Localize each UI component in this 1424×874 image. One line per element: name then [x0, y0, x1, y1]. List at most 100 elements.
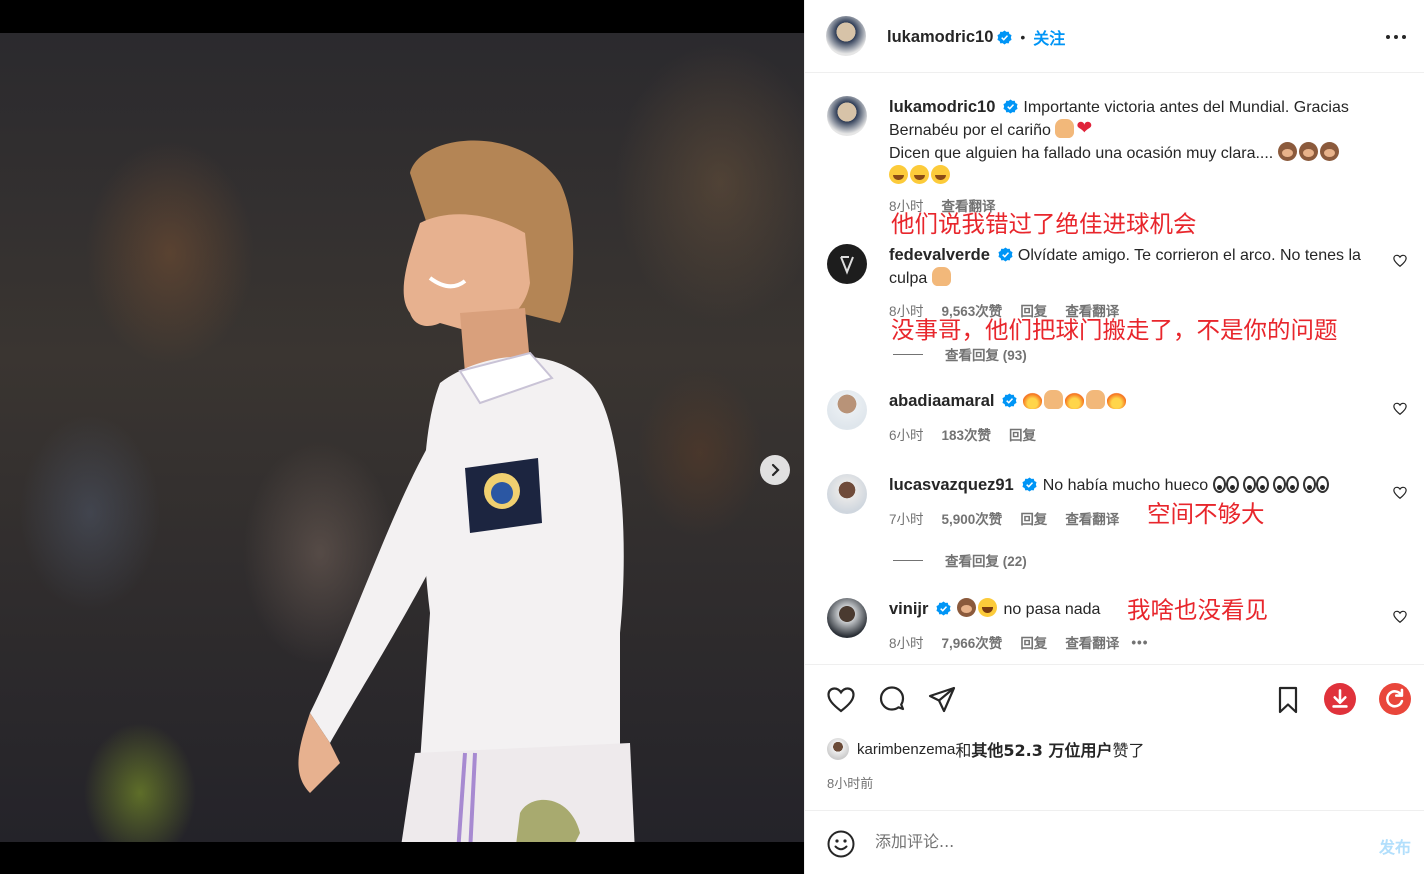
caption-username[interactable]: lukamodric10 — [889, 98, 995, 116]
eyes-emoji-icon — [1212, 476, 1226, 493]
heart-emoji-icon — [1076, 117, 1095, 140]
comment-meta: 6小时 183次赞 回复 — [889, 424, 1036, 444]
commenter-avatar[interactable] — [827, 474, 867, 514]
header-separator: • — [1020, 29, 1026, 45]
comment-more-button[interactable]: ••• — [1131, 635, 1148, 650]
comment-likes[interactable]: 7,966次赞 — [942, 632, 1003, 652]
player-figure — [298, 140, 635, 842]
eyes-emoji-icon — [1272, 476, 1286, 493]
verified-icon — [1022, 477, 1037, 492]
comment-meta: 7小时 5,900次赞 回复 查看翻译 — [889, 508, 1119, 528]
comment-translate-link[interactable]: 查看翻译 — [1065, 508, 1119, 528]
comment-username[interactable]: vinijr — [889, 600, 928, 618]
pray-emoji-icon — [931, 267, 951, 286]
pray-emoji-icon — [1086, 390, 1106, 409]
comment-reply-button[interactable]: 回复 — [1009, 424, 1036, 444]
comment-body: fedevalverde Olvídate amigo. Te corrieron… — [889, 244, 1367, 290]
comment-item: abadiaamaral 6小时 183次赞 回复 — [827, 390, 1407, 450]
liked-by[interactable]: karimbenzema 和其他52.3 万位用户 赞了 — [827, 737, 1144, 761]
comment-translation-overlay: 我啥也没看见 — [1127, 596, 1268, 624]
verified-icon — [1002, 393, 1018, 408]
like-comment-heart-icon[interactable] — [1393, 610, 1407, 624]
fv-logo-icon — [840, 256, 854, 275]
author-avatar[interactable] — [826, 16, 866, 56]
post-actions: karimbenzema 和其他52.3 万位用户 赞了 8小时前 — [805, 664, 1424, 810]
laughing-emoji-icon — [978, 598, 998, 617]
bookmark-icon[interactable] — [1273, 685, 1303, 715]
refresh-icon[interactable] — [1379, 683, 1411, 715]
chevron-right-icon — [771, 463, 780, 477]
view-replies-label: 查看回复 (22) — [945, 554, 1027, 569]
see-no-evil-monkey-icon — [1298, 142, 1318, 161]
post-time: 8小时前 — [827, 776, 874, 791]
eyes-emoji-icon — [1242, 476, 1256, 493]
comment-body: abadiaamaral — [889, 390, 1367, 413]
emoji-icon[interactable] — [826, 829, 856, 859]
fire-emoji-icon — [1023, 390, 1043, 409]
commenter-avatar[interactable] — [827, 244, 867, 284]
comments-list[interactable]: lukamodric10 Importante victoria antes de… — [805, 74, 1424, 664]
eyes-emoji-icon — [1255, 476, 1269, 493]
see-no-evil-monkey-icon — [1319, 142, 1339, 161]
comment-item: lucasvazquez91 No había mucho hueco 7小时 5… — [827, 474, 1407, 574]
heart-icon[interactable] — [826, 685, 856, 715]
like-comment-heart-icon[interactable] — [1393, 486, 1407, 500]
comment-username[interactable]: lucasvazquez91 — [889, 476, 1014, 494]
liker-avatar — [827, 738, 849, 760]
comment-body: lucasvazquez91 No había mucho hueco — [889, 474, 1367, 497]
liked-by-suffix: 赞了 — [1112, 741, 1145, 760]
download-icon[interactable] — [1324, 683, 1356, 715]
like-comment-heart-icon[interactable] — [1393, 254, 1407, 268]
comment-text: no pasa nada — [1003, 601, 1101, 618]
verified-icon — [997, 29, 1012, 45]
comment-text: No había mucho hueco — [1042, 477, 1209, 494]
comment-meta: 8小时 7,966次赞 回复 查看翻译 ••• — [889, 632, 1149, 652]
commenter-avatar[interactable] — [827, 598, 867, 638]
grinning-sweat-icon — [931, 165, 950, 184]
see-no-evil-monkey-icon — [1277, 142, 1297, 161]
like-comment-heart-icon[interactable] — [1393, 402, 1407, 416]
follow-button[interactable]: 关注 — [1033, 25, 1065, 49]
view-replies-button[interactable]: 查看回复 (22) — [893, 550, 1027, 570]
comment-item: fedevalverde Olvídate amigo. Te corrieron… — [827, 244, 1407, 364]
comment-likes[interactable]: 5,900次赞 — [942, 508, 1003, 528]
comment-item: vinijr no pasa nada 我啥也没看见 8小时 7,966次赞 回复… — [827, 596, 1407, 658]
caption-translation-overlay: 他们说我错过了绝佳进球机会 — [891, 210, 1197, 238]
comment-input[interactable] — [875, 832, 1325, 851]
comment-likes[interactable]: 183次赞 — [942, 424, 992, 444]
caption-text-2: Dicen que alguien ha fallado una ocasión… — [889, 145, 1274, 162]
grinning-sweat-icon — [889, 165, 908, 184]
liked-by-and: 和 — [955, 741, 972, 760]
liker-username[interactable]: karimbenzema — [857, 741, 955, 758]
author-username[interactable]: lukamodric10 — [887, 28, 993, 47]
comment-reply-button[interactable]: 回复 — [1020, 632, 1047, 652]
pray-emoji-icon — [1055, 119, 1075, 138]
comment-translate-link[interactable]: 查看翻译 — [1065, 632, 1119, 652]
next-photo-button[interactable] — [760, 455, 790, 485]
comment-time: 8小时 — [889, 636, 924, 651]
post-header: lukamodric10 • 关注 — [805, 0, 1424, 73]
post-comment-button[interactable]: 发布 — [1379, 834, 1411, 858]
liked-by-others[interactable]: 其他52.3 万位用户 — [971, 737, 1112, 761]
more-icon[interactable] — [1385, 26, 1407, 48]
author-avatar[interactable] — [827, 96, 867, 136]
verified-icon — [998, 247, 1013, 262]
comment-translation-overlay: 空间不够大 — [1147, 500, 1265, 528]
share-icon[interactable] — [927, 685, 957, 715]
comment-username[interactable]: abadiaamaral — [889, 392, 994, 410]
comment-icon[interactable] — [877, 685, 907, 715]
eyes-emoji-icon — [1225, 476, 1239, 493]
post-caption: lukamodric10 Importante victoria antes de… — [827, 96, 1407, 238]
comment-translation-overlay: 没事哥，他们把球门搬走了，不是你的问题 — [891, 316, 1338, 344]
fire-emoji-icon — [1065, 390, 1085, 409]
eyes-emoji-icon — [1285, 476, 1299, 493]
comment-username[interactable]: fedevalverde — [889, 246, 990, 264]
post-image[interactable] — [0, 33, 804, 842]
comment-reply-button[interactable]: 回复 — [1020, 508, 1047, 528]
view-replies-button[interactable]: 查看回复 (93) — [893, 344, 1027, 364]
commenter-avatar[interactable] — [827, 390, 867, 430]
comment-composer: 发布 — [805, 810, 1424, 874]
post-details-panel: lukamodric10 • 关注 lukamodric10 Importante… — [804, 0, 1424, 874]
view-replies-label: 查看回复 (93) — [945, 348, 1027, 363]
fire-emoji-icon — [1107, 390, 1127, 409]
